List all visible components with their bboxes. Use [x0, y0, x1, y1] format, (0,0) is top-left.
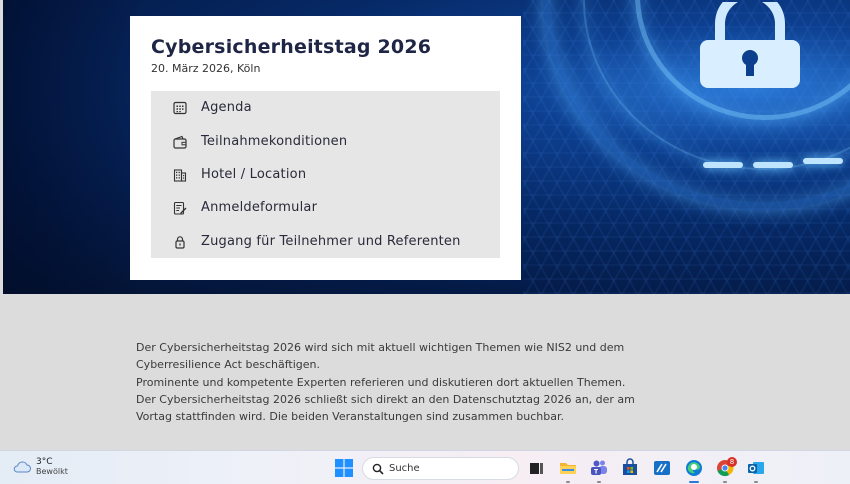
search-icon — [372, 463, 384, 475]
remote-desktop-icon[interactable] — [652, 458, 672, 478]
menu-item-hotel-location[interactable]: Hotel / Location — [151, 158, 500, 191]
taskbar-search[interactable]: Suche — [362, 457, 519, 480]
file-explorer-icon[interactable] — [558, 458, 578, 478]
teams-icon[interactable]: T — [589, 458, 609, 478]
outlook-icon[interactable] — [746, 458, 766, 478]
taskbar: 3°C Bewölkt Suche T 8 — [0, 450, 850, 484]
active-indicator — [689, 481, 699, 483]
menu-item-anmeldeformular[interactable]: Anmeldeformular — [151, 191, 500, 224]
description-line: Vortag stattfinden wird. Die beiden Vera… — [136, 410, 564, 424]
calendar-icon — [173, 101, 187, 115]
menu-item-label: Teilnahmekonditionen — [201, 134, 348, 149]
windows-start-icon[interactable] — [335, 459, 353, 477]
weather-condition: Bewölkt — [36, 467, 68, 476]
event-date: 20. März 2026, Köln — [151, 62, 261, 75]
hero-shade — [3, 0, 143, 294]
event-card: Cybersicherheitstag 2026 20. März 2026, … — [130, 16, 521, 280]
event-menu: Agenda Teilnahmekonditionen Hotel / Loca… — [151, 91, 500, 258]
menu-item-agenda[interactable]: Agenda — [151, 91, 500, 124]
building-icon — [173, 168, 187, 182]
weather-temperature: 3°C — [36, 457, 53, 467]
description-line: Der Cybersicherheitstag 2026 schließt si… — [136, 392, 635, 406]
light-bar — [703, 162, 743, 168]
menu-item-zugang[interactable]: Zugang für Teilnehmer und Referenten — [151, 225, 500, 258]
edge-icon[interactable] — [684, 458, 704, 478]
light-bar — [803, 158, 843, 164]
lock-icon — [173, 235, 187, 249]
menu-item-label: Hotel / Location — [201, 167, 307, 182]
description-line: Prominente und kompetente Experten refer… — [136, 375, 626, 389]
menu-item-label: Anmeldeformular — [201, 200, 318, 215]
light-bar — [753, 162, 793, 168]
weather-widget[interactable]: 3°C Bewölkt — [12, 457, 68, 477]
event-title: Cybersicherheitstag 2026 — [151, 36, 432, 58]
search-placeholder: Suche — [389, 463, 420, 474]
menu-item-label: Zugang für Teilnehmer und Referenten — [201, 234, 461, 249]
menu-item-label: Agenda — [201, 100, 252, 115]
running-indicator — [597, 481, 601, 483]
description-line: Cyberresilience Act beschäftigen. — [136, 358, 320, 372]
task-view-icon[interactable] — [526, 458, 546, 478]
running-indicator — [754, 481, 758, 483]
notification-badge: 8 — [727, 457, 737, 467]
cloud-icon — [13, 461, 31, 473]
running-indicator — [723, 481, 727, 483]
microsoft-store-icon[interactable] — [620, 458, 640, 478]
menu-item-teilnahmekonditionen[interactable]: Teilnahmekonditionen — [151, 125, 500, 158]
padlock-icon — [700, 2, 800, 88]
event-description: Der Cybersicherheitstag 2026 wird sich m… — [136, 339, 736, 425]
form-edit-icon — [173, 201, 187, 215]
running-indicator — [566, 481, 570, 483]
description-line: Der Cybersicherheitstag 2026 wird sich m… — [136, 341, 625, 354]
wallet-icon — [173, 135, 187, 149]
